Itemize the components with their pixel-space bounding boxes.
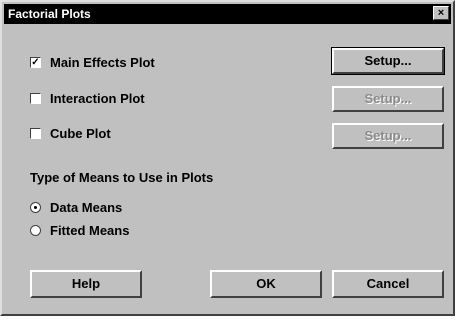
checkbox-interaction-plot[interactable]: Interaction Plot <box>30 88 145 108</box>
means-section-label: Type of Means to Use in Plots <box>30 170 214 185</box>
checkbox-box[interactable] <box>30 92 41 104</box>
radio-button[interactable] <box>30 224 41 236</box>
help-button[interactable]: Help <box>30 270 142 298</box>
factorial-plots-dialog: Factorial Plots × ✓ Main Effects Plot Se… <box>0 0 455 316</box>
checkbox-label-interaction: Interaction Plot <box>50 90 145 106</box>
checkbox-label-cube: Cube Plot <box>50 125 111 141</box>
interaction-setup-button[interactable]: Setup... <box>332 86 444 112</box>
window-title: Factorial Plots <box>8 7 91 21</box>
title-bar: Factorial Plots × <box>4 4 451 24</box>
checkbox-cube-plot[interactable]: Cube Plot <box>30 123 111 143</box>
checkbox-main-effects-plot[interactable]: ✓ Main Effects Plot <box>30 52 155 72</box>
close-button[interactable]: × <box>433 6 449 20</box>
checkbox-box[interactable] <box>30 127 41 139</box>
radio-label-fitted-means: Fitted Means <box>50 222 130 238</box>
checkbox-box[interactable]: ✓ <box>30 56 41 68</box>
radio-fitted-means[interactable]: Fitted Means <box>30 220 129 240</box>
cancel-button[interactable]: Cancel <box>332 270 444 298</box>
radio-label-data-means: Data Means <box>50 199 123 215</box>
cube-setup-button[interactable]: Setup... <box>332 123 444 149</box>
ok-button[interactable]: OK <box>210 270 322 298</box>
checkbox-label-main-effects: Main Effects Plot <box>50 54 155 70</box>
radio-data-means[interactable]: Data Means <box>30 197 122 217</box>
main-effects-setup-button[interactable]: Setup... <box>331 47 445 75</box>
radio-button-selected[interactable] <box>30 201 41 213</box>
